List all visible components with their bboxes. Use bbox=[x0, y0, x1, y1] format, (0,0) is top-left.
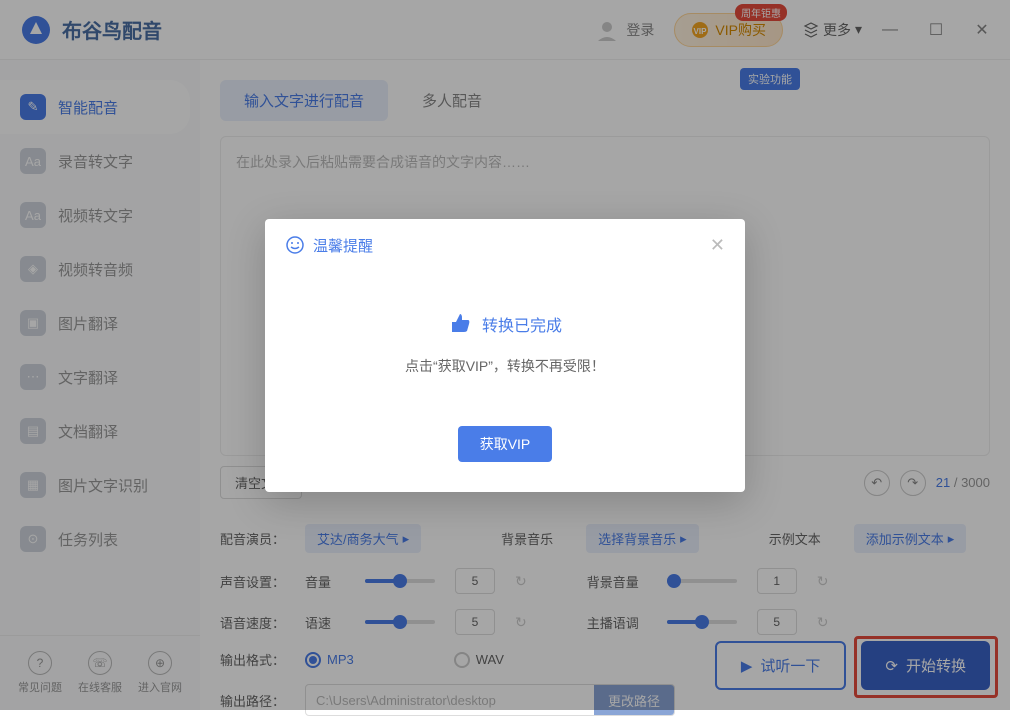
modal-header: 温馨提醒 ✕ bbox=[265, 219, 745, 272]
modal-overlay[interactable]: 温馨提醒 ✕ 转换已完成 点击“获取VIP”，转换不再受限！ 获取VIP bbox=[0, 0, 1010, 710]
modal-status-text: 转换已完成 bbox=[482, 312, 562, 336]
modal-title: 温馨提醒 bbox=[313, 235, 373, 256]
get-vip-button[interactable]: 获取VIP bbox=[458, 426, 553, 462]
reminder-modal: 温馨提醒 ✕ 转换已完成 点击“获取VIP”，转换不再受限！ 获取VIP bbox=[265, 219, 745, 492]
smile-icon bbox=[285, 235, 305, 255]
modal-close-button[interactable]: ✕ bbox=[710, 235, 725, 256]
modal-description: 点击“获取VIP”，转换不再受限！ bbox=[295, 356, 715, 376]
thumbs-up-icon bbox=[448, 312, 472, 336]
modal-body: 转换已完成 点击“获取VIP”，转换不再受限！ 获取VIP bbox=[265, 272, 745, 492]
